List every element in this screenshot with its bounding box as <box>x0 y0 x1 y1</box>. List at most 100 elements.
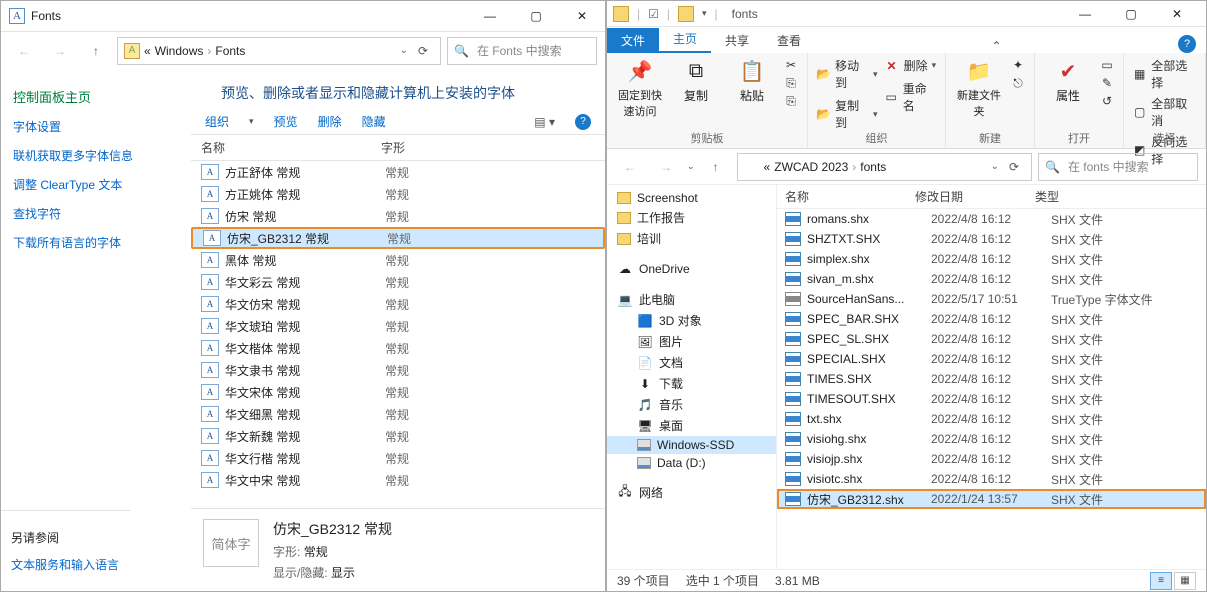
hide-button[interactable]: 隐藏 <box>362 113 386 130</box>
help-button[interactable]: ? <box>575 114 591 130</box>
tree-node[interactable]: 🟦3D 对象 <box>607 310 776 331</box>
qat-dropdown-icon[interactable]: ▾ <box>702 8 707 19</box>
copy-to-button[interactable]: 📂复制到▾ <box>816 97 878 131</box>
font-row[interactable]: A华文中宋 常规常规 <box>191 469 605 491</box>
font-row[interactable]: A华文细黑 常规常规 <box>191 403 605 425</box>
tree-node[interactable]: ☁OneDrive <box>607 259 776 279</box>
font-row[interactable]: A华文楷体 常规常规 <box>191 337 605 359</box>
file-row[interactable]: sivan_m.shx2022/4/8 16:12SHX 文件 <box>777 269 1206 289</box>
file-row[interactable]: visiotc.shx2022/4/8 16:12SHX 文件 <box>777 469 1206 489</box>
side-link[interactable]: 查找字符 <box>13 205 179 222</box>
font-row[interactable]: A华文仿宋 常规常规 <box>191 293 605 315</box>
breadcrumb[interactable]: ZWCAD 2023 <box>774 160 848 174</box>
font-row[interactable]: A华文隶书 常规常规 <box>191 359 605 381</box>
file-row[interactable]: SPEC_BAR.SHX2022/4/8 16:12SHX 文件 <box>777 309 1206 329</box>
delete-button[interactable]: ✕删除▾ <box>884 57 937 74</box>
side-link[interactable]: 调整 ClearType 文本 <box>13 176 179 193</box>
column-headers[interactable]: 名称 字形 <box>191 135 605 161</box>
side-link[interactable]: 下载所有语言的字体 <box>13 234 179 251</box>
font-row[interactable]: A华文彩云 常规常规 <box>191 271 605 293</box>
tree-node[interactable]: 🎵音乐 <box>607 394 776 415</box>
file-list[interactable]: romans.shx2022/4/8 16:12SHX 文件SHZTXT.SHX… <box>777 209 1206 569</box>
col-name[interactable]: 名称 <box>201 139 381 156</box>
side-link[interactable]: 字体设置 <box>13 118 179 135</box>
select-all-button[interactable]: ▦全部选择 <box>1132 57 1197 91</box>
file-row[interactable]: TIMES.SHX2022/4/8 16:12SHX 文件 <box>777 369 1206 389</box>
copy-path-button[interactable]: ⎘ <box>783 75 799 91</box>
font-row[interactable]: A仿宋 常规常规 <box>191 205 605 227</box>
font-row[interactable]: A华文行楷 常规常规 <box>191 447 605 469</box>
paste-shortcut-button[interactable]: ⎘ <box>783 93 799 109</box>
icons-view-button[interactable]: ▦ <box>1174 572 1196 590</box>
tree-node[interactable]: Data (D:) <box>607 454 776 472</box>
pin-to-quick-access-button[interactable]: 📌固定到快速访问 <box>615 57 665 119</box>
font-row[interactable]: A方正舒体 常规常规 <box>191 161 605 183</box>
new-item-button[interactable]: ✦ <box>1010 57 1026 73</box>
address-bar[interactable]: « ZWCAD 2023 › fonts ⌄ ⟳ <box>737 153 1032 181</box>
maximize-button[interactable]: ▢ <box>1108 0 1154 29</box>
tree-node[interactable]: 📄文档 <box>607 352 776 373</box>
file-row[interactable]: visiohg.shx2022/4/8 16:12SHX 文件 <box>777 429 1206 449</box>
file-row[interactable]: SPEC_SL.SHX2022/4/8 16:12SHX 文件 <box>777 329 1206 349</box>
font-row[interactable]: A仿宋_GB2312 常规常规 <box>191 227 605 249</box>
file-row[interactable]: SHZTXT.SHX2022/4/8 16:12SHX 文件 <box>777 229 1206 249</box>
nav-history-button[interactable]: ⌄ <box>687 161 695 172</box>
history-button[interactable]: ↺ <box>1099 93 1115 109</box>
file-row[interactable]: simplex.shx2022/4/8 16:12SHX 文件 <box>777 249 1206 269</box>
nav-forward-button[interactable]: → <box>651 152 681 182</box>
side-link[interactable]: 联机获取更多字体信息 <box>13 147 179 164</box>
col-shape[interactable]: 字形 <box>381 139 405 156</box>
file-row[interactable]: romans.shx2022/4/8 16:12SHX 文件 <box>777 209 1206 229</box>
tree-node[interactable]: Screenshot <box>607 189 776 207</box>
font-row[interactable]: A华文新魏 常规常规 <box>191 425 605 447</box>
nav-forward-button[interactable]: → <box>45 36 75 66</box>
file-tab[interactable]: 文件 <box>607 28 659 53</box>
easy-access-button[interactable]: ⎋ <box>1010 75 1026 91</box>
file-row[interactable]: SourceHanSans...2022/5/17 10:51TrueType … <box>777 289 1206 309</box>
help-button[interactable]: ? <box>1178 35 1196 53</box>
view-mode-button[interactable]: ▤ ▾ <box>534 115 555 129</box>
select-none-button[interactable]: ▢全部取消 <box>1132 95 1197 129</box>
maximize-button[interactable]: ▢ <box>513 1 559 31</box>
search-input[interactable]: 🔍 在 Fonts 中搜索 <box>447 37 597 65</box>
open-button[interactable]: ▭ <box>1099 57 1115 73</box>
file-row[interactable]: 仿宋_GB2312.shx2022/1/24 13:57SHX 文件 <box>777 489 1206 509</box>
edit-button[interactable]: ✎ <box>1099 75 1115 91</box>
font-list[interactable]: A方正舒体 常规常规A方正姚体 常规常规A仿宋 常规常规A仿宋_GB2312 常… <box>191 161 605 508</box>
refresh-button[interactable]: ⟳ <box>1003 160 1025 174</box>
new-folder-button[interactable]: 📁新建文件夹 <box>954 57 1004 119</box>
file-row[interactable]: txt.shx2022/4/8 16:12SHX 文件 <box>777 409 1206 429</box>
collapse-ribbon-button[interactable]: ⌃ <box>984 39 1010 53</box>
address-dropdown-icon[interactable]: ⌄ <box>400 45 408 56</box>
breadcrumb[interactable]: Fonts <box>215 44 245 58</box>
font-row[interactable]: A方正姚体 常规常规 <box>191 183 605 205</box>
qat-item[interactable]: ☑ <box>648 7 659 21</box>
organize-button[interactable]: 组织 <box>205 113 229 130</box>
font-row[interactable]: A黑体 常规常规 <box>191 249 605 271</box>
nav-back-button[interactable]: ← <box>615 152 645 182</box>
refresh-button[interactable]: ⟳ <box>412 44 434 58</box>
move-to-button[interactable]: 📂移动到▾ <box>816 57 878 91</box>
breadcrumb[interactable]: fonts <box>860 160 886 174</box>
tree-node[interactable]: 🖧网络 <box>607 482 776 503</box>
file-row[interactable]: SPECIAL.SHX2022/4/8 16:12SHX 文件 <box>777 349 1206 369</box>
minimize-button[interactable]: — <box>1062 0 1108 29</box>
font-row[interactable]: A华文琥珀 常规常规 <box>191 315 605 337</box>
nav-tree[interactable]: Screenshot工作报告培训☁OneDrive💻此电脑🟦3D 对象🖼图片📄文… <box>607 185 777 569</box>
breadcrumb[interactable]: Windows <box>155 44 204 58</box>
view-tab[interactable]: 查看 <box>763 28 815 53</box>
cut-button[interactable]: ✂ <box>783 57 799 73</box>
close-button[interactable]: ✕ <box>559 1 605 31</box>
file-row[interactable]: TIMESOUT.SHX2022/4/8 16:12SHX 文件 <box>777 389 1206 409</box>
minimize-button[interactable]: — <box>467 1 513 31</box>
paste-button[interactable]: 📋粘贴 <box>727 57 777 104</box>
properties-button[interactable]: ✔属性 <box>1043 57 1093 104</box>
tree-node[interactable]: 🖥桌面 <box>607 415 776 436</box>
share-tab[interactable]: 共享 <box>711 28 763 53</box>
delete-button[interactable]: 删除 <box>318 113 342 130</box>
tree-node[interactable]: ⬇下载 <box>607 373 776 394</box>
col-type[interactable]: 类型 <box>1035 188 1198 205</box>
tree-node[interactable]: Windows-SSD <box>607 436 776 454</box>
copy-button[interactable]: ⧉复制 <box>671 57 721 104</box>
column-headers[interactable]: 名称 修改日期 类型 <box>777 185 1206 209</box>
